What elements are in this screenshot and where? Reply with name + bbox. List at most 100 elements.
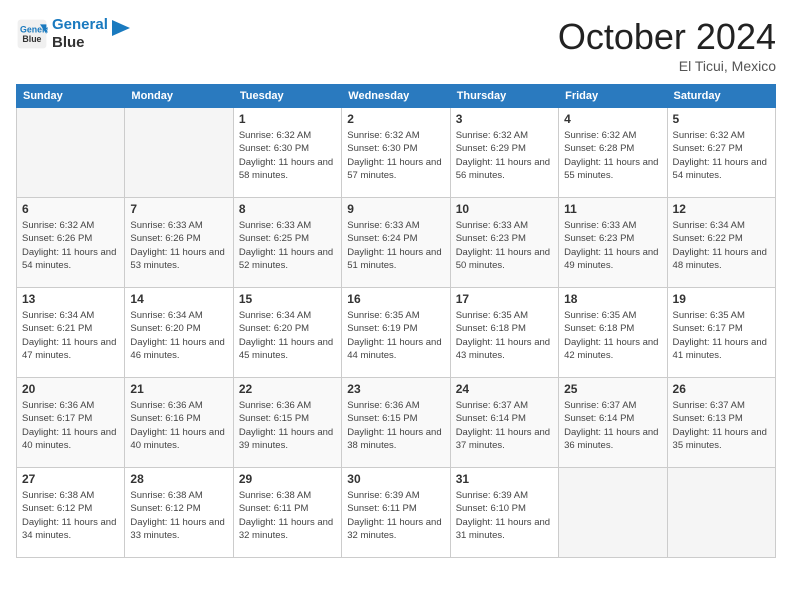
calendar-cell: 2 Sunrise: 6:32 AMSunset: 6:30 PMDaylight…	[342, 108, 450, 198]
calendar-cell: 4 Sunrise: 6:32 AMSunset: 6:28 PMDaylight…	[559, 108, 667, 198]
day-info: Sunrise: 6:39 AMSunset: 6:10 PMDaylight:…	[456, 489, 553, 542]
day-info: Sunrise: 6:36 AMSunset: 6:15 PMDaylight:…	[239, 399, 336, 452]
calendar-cell	[17, 108, 125, 198]
day-number: 23	[347, 382, 444, 396]
weekday-header-wednesday: Wednesday	[342, 85, 450, 108]
day-info: Sunrise: 6:38 AMSunset: 6:12 PMDaylight:…	[22, 489, 119, 542]
day-info: Sunrise: 6:38 AMSunset: 6:12 PMDaylight:…	[130, 489, 227, 542]
calendar-cell: 14 Sunrise: 6:34 AMSunset: 6:20 PMDayligh…	[125, 288, 233, 378]
day-info: Sunrise: 6:34 AMSunset: 6:20 PMDaylight:…	[130, 309, 227, 362]
day-number: 29	[239, 472, 336, 486]
calendar-cell: 22 Sunrise: 6:36 AMSunset: 6:15 PMDayligh…	[233, 378, 341, 468]
calendar-cell: 30 Sunrise: 6:39 AMSunset: 6:11 PMDayligh…	[342, 468, 450, 558]
day-number: 30	[347, 472, 444, 486]
calendar-cell: 26 Sunrise: 6:37 AMSunset: 6:13 PMDayligh…	[667, 378, 775, 468]
calendar-cell: 19Sunrise: 6:35 AMSunset: 6:17 PMDayligh…	[667, 288, 775, 378]
calendar-cell: 13 Sunrise: 6:34 AMSunset: 6:21 PMDayligh…	[17, 288, 125, 378]
day-number: 22	[239, 382, 336, 396]
day-number: 11	[564, 202, 661, 216]
day-number: 18	[564, 292, 661, 306]
calendar-cell: 11 Sunrise: 6:33 AMSunset: 6:23 PMDayligh…	[559, 198, 667, 288]
day-info: Sunrise: 6:36 AMSunset: 6:17 PMDaylight:…	[22, 399, 119, 452]
calendar-cell: 3 Sunrise: 6:32 AMSunset: 6:29 PMDaylight…	[450, 108, 558, 198]
day-info: Sunrise: 6:35 AMSunset: 6:19 PMDaylight:…	[347, 309, 444, 362]
day-number: 25	[564, 382, 661, 396]
day-number: 5	[673, 112, 770, 126]
day-info: Sunrise: 6:33 AMSunset: 6:23 PMDaylight:…	[564, 219, 661, 272]
day-number: 28	[130, 472, 227, 486]
day-info: Sunrise: 6:37 AMSunset: 6:14 PMDaylight:…	[564, 399, 661, 452]
page-header: General Blue General Blue October 2024 E…	[16, 16, 776, 74]
calendar-table: SundayMondayTuesdayWednesdayThursdayFrid…	[16, 84, 776, 558]
weekday-header-row: SundayMondayTuesdayWednesdayThursdayFrid…	[17, 85, 776, 108]
day-info: Sunrise: 6:35 AMSunset: 6:18 PMDaylight:…	[564, 309, 661, 362]
calendar-cell: 10 Sunrise: 6:33 AMSunset: 6:23 PMDayligh…	[450, 198, 558, 288]
day-info: Sunrise: 6:35 AMSunset: 6:18 PMDaylight:…	[456, 309, 553, 362]
logo-general: General	[52, 16, 108, 33]
day-info: Sunrise: 6:33 AMSunset: 6:26 PMDaylight:…	[130, 219, 227, 272]
day-number: 31	[456, 472, 553, 486]
week-row-5: 27 Sunrise: 6:38 AMSunset: 6:12 PMDayligh…	[17, 468, 776, 558]
calendar-cell: 20 Sunrise: 6:36 AMSunset: 6:17 PMDayligh…	[17, 378, 125, 468]
weekday-header-tuesday: Tuesday	[233, 85, 341, 108]
day-info: Sunrise: 6:32 AMSunset: 6:27 PMDaylight:…	[673, 129, 770, 182]
day-number: 3	[456, 112, 553, 126]
calendar-cell: 7 Sunrise: 6:33 AMSunset: 6:26 PMDaylight…	[125, 198, 233, 288]
week-row-2: 6 Sunrise: 6:32 AMSunset: 6:26 PMDaylight…	[17, 198, 776, 288]
day-number: 4	[564, 112, 661, 126]
day-info: Sunrise: 6:37 AMSunset: 6:13 PMDaylight:…	[673, 399, 770, 452]
calendar-cell: 12Sunrise: 6:34 AMSunset: 6:22 PMDayligh…	[667, 198, 775, 288]
day-number: 27	[22, 472, 119, 486]
week-row-1: 1Sunrise: 6:32 AMSunset: 6:30 PMDaylight…	[17, 108, 776, 198]
day-info: Sunrise: 6:34 AMSunset: 6:20 PMDaylight:…	[239, 309, 336, 362]
week-row-4: 20 Sunrise: 6:36 AMSunset: 6:17 PMDayligh…	[17, 378, 776, 468]
day-number: 10	[456, 202, 553, 216]
day-number: 16	[347, 292, 444, 306]
logo-icon: General Blue	[16, 18, 48, 50]
day-info: Sunrise: 6:32 AMSunset: 6:30 PMDaylight:…	[239, 129, 336, 182]
logo-blue: Blue	[52, 34, 108, 52]
weekday-header-monday: Monday	[125, 85, 233, 108]
calendar-cell: 29Sunrise: 6:38 AMSunset: 6:11 PMDayligh…	[233, 468, 341, 558]
calendar-cell: 6 Sunrise: 6:32 AMSunset: 6:26 PMDaylight…	[17, 198, 125, 288]
month-title: October 2024	[558, 16, 776, 58]
day-info: Sunrise: 6:34 AMSunset: 6:21 PMDaylight:…	[22, 309, 119, 362]
calendar-cell: 1Sunrise: 6:32 AMSunset: 6:30 PMDaylight…	[233, 108, 341, 198]
calendar-cell	[559, 468, 667, 558]
day-number: 9	[347, 202, 444, 216]
day-info: Sunrise: 6:33 AMSunset: 6:23 PMDaylight:…	[456, 219, 553, 272]
day-info: Sunrise: 6:32 AMSunset: 6:30 PMDaylight:…	[347, 129, 444, 182]
day-number: 20	[22, 382, 119, 396]
calendar-cell: 21Sunrise: 6:36 AMSunset: 6:16 PMDayligh…	[125, 378, 233, 468]
day-number: 14	[130, 292, 227, 306]
day-number: 13	[22, 292, 119, 306]
day-number: 7	[130, 202, 227, 216]
calendar-cell: 15 Sunrise: 6:34 AMSunset: 6:20 PMDayligh…	[233, 288, 341, 378]
day-number: 12	[673, 202, 770, 216]
weekday-header-thursday: Thursday	[450, 85, 558, 108]
calendar-cell: 9 Sunrise: 6:33 AMSunset: 6:24 PMDaylight…	[342, 198, 450, 288]
calendar-cell: 28 Sunrise: 6:38 AMSunset: 6:12 PMDayligh…	[125, 468, 233, 558]
day-info: Sunrise: 6:37 AMSunset: 6:14 PMDaylight:…	[456, 399, 553, 452]
day-info: Sunrise: 6:33 AMSunset: 6:25 PMDaylight:…	[239, 219, 336, 272]
day-number: 6	[22, 202, 119, 216]
day-info: Sunrise: 6:32 AMSunset: 6:28 PMDaylight:…	[564, 129, 661, 182]
day-info: Sunrise: 6:32 AMSunset: 6:26 PMDaylight:…	[22, 219, 119, 272]
calendar-cell: 31 Sunrise: 6:39 AMSunset: 6:10 PMDayligh…	[450, 468, 558, 558]
calendar-cell: 25 Sunrise: 6:37 AMSunset: 6:14 PMDayligh…	[559, 378, 667, 468]
day-info: Sunrise: 6:36 AMSunset: 6:16 PMDaylight:…	[130, 399, 227, 452]
day-info: Sunrise: 6:39 AMSunset: 6:11 PMDaylight:…	[347, 489, 444, 542]
logo: General Blue General Blue	[16, 16, 132, 52]
day-number: 26	[673, 382, 770, 396]
weekday-header-friday: Friday	[559, 85, 667, 108]
day-info: Sunrise: 6:33 AMSunset: 6:24 PMDaylight:…	[347, 219, 444, 272]
calendar-cell	[667, 468, 775, 558]
day-number: 15	[239, 292, 336, 306]
day-info: Sunrise: 6:35 AMSunset: 6:17 PMDaylight:…	[673, 309, 770, 362]
day-number: 17	[456, 292, 553, 306]
day-number: 2	[347, 112, 444, 126]
day-number: 24	[456, 382, 553, 396]
day-info: Sunrise: 6:32 AMSunset: 6:29 PMDaylight:…	[456, 129, 553, 182]
day-number: 8	[239, 202, 336, 216]
day-info: Sunrise: 6:36 AMSunset: 6:15 PMDaylight:…	[347, 399, 444, 452]
